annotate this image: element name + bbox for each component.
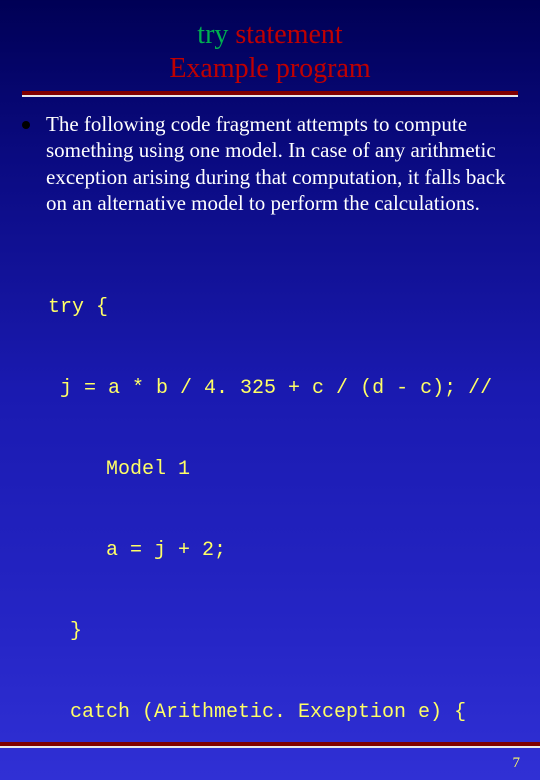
- footer-divider: [0, 742, 540, 748]
- title-line-1: try statement: [22, 18, 518, 52]
- code-block: try { j = a * b / 4. 325 + c / (d - c); …: [48, 240, 518, 780]
- code-line: try {: [48, 294, 518, 321]
- slide-container: try statement Example program The follow…: [0, 0, 540, 780]
- code-line: Model 1: [48, 456, 518, 483]
- code-line: a = j + 2;: [48, 537, 518, 564]
- code-line: j = a * b / 4. 325 + c / (d - c); //: [48, 375, 518, 402]
- title-divider: [22, 91, 518, 97]
- code-line: catch (Arithmetic. Exception e) {: [48, 699, 518, 726]
- bullet-dot-icon: [22, 121, 30, 129]
- code-line: }: [48, 618, 518, 645]
- title-line-2: Example program: [22, 52, 518, 86]
- bullet-text: The following code fragment attempts to …: [46, 111, 518, 216]
- title-statement-word: statement: [228, 19, 342, 50]
- slide-title: try statement Example program: [22, 18, 518, 85]
- title-try-word: try: [197, 19, 228, 50]
- bullet-item: The following code fragment attempts to …: [22, 111, 518, 216]
- divider-white: [22, 95, 518, 97]
- page-number: 7: [513, 755, 521, 772]
- divider-white: [0, 746, 540, 748]
